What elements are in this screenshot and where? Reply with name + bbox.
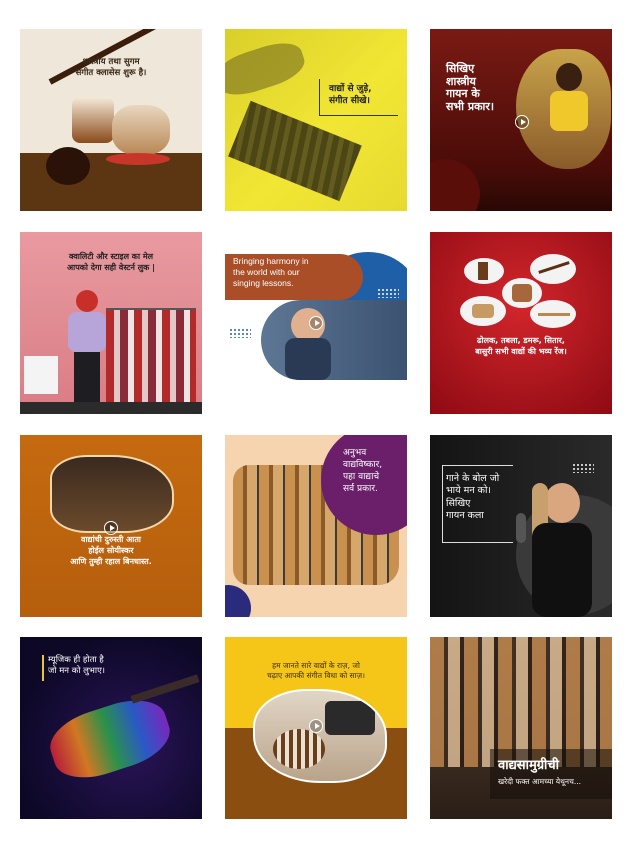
tile-song-lyrics[interactable]: गाने के बोल जो भाये मन को। सिखिए गायन कल… <box>430 435 612 617</box>
tile-text: सिखिए शास्त्रीय गायन के सभी प्रकार। <box>446 62 495 113</box>
tabla-image <box>72 97 114 143</box>
tile-text: वाद्यांची दुरुस्ती आता होईल सोयीस्कर आणि… <box>70 535 152 566</box>
sitar-body <box>46 147 90 185</box>
tile-instrument-range[interactable]: ढोलक, तबला, डमरू, सितार, बासुरी सभी वाद्… <box>430 232 612 414</box>
play-icon[interactable] <box>515 115 529 129</box>
tile-text: हम जानते सारे वाद्यों के राज़, जो चढ़ाए … <box>267 661 365 681</box>
tile-text: अनुभव वाद्यविष्कार, पहा वाद्याचे सर्व प्… <box>343 448 383 495</box>
dots-decoration-right <box>377 288 399 298</box>
tile-music-secrets[interactable]: हम जानते सारे वाद्यों के राज़, जो चढ़ाए … <box>225 637 407 819</box>
guitars-image <box>430 637 612 767</box>
tile-text: म्यूजिक ही होता है जो मन को लुभाए। <box>48 655 106 677</box>
guitar-image <box>43 690 177 788</box>
play-icon[interactable] <box>309 316 323 330</box>
play-icon[interactable] <box>309 719 323 733</box>
floor <box>20 402 202 414</box>
dots-decoration <box>229 328 251 338</box>
tile-instrument-buy[interactable]: वाद्यसामुग्रीची खरेदी फक्त आमच्या येथूनच… <box>430 637 612 819</box>
microphone-icon <box>516 513 526 543</box>
tile-classical-classes[interactable]: शास्त्रीय तथा सुगम संगीत क्लासेस शुरू है… <box>20 29 202 211</box>
tile-text: ढोलक, तबला, डमरू, सितार, बासुरी सभी वाद्… <box>475 336 567 356</box>
singer-photo <box>261 300 407 380</box>
tile-text: गाने के बोल जो भाये मन को। सिखिए गायन कल… <box>446 473 500 522</box>
tile-text: शास्त्रीय तथा सुगम संगीत क्लासेस शुरू है… <box>75 57 147 79</box>
tile-instrument-types[interactable]: अनुभव वाद्यविष्कार, पहा वाद्याचे सर्व प्… <box>225 435 407 617</box>
play-icon[interactable] <box>104 521 118 535</box>
tile-text: Bringing harmony in the world with our s… <box>233 256 309 289</box>
tile-title: वाद्यसामुग्रीची <box>498 758 560 773</box>
girl-photo <box>516 49 611 169</box>
tile-join-instruments[interactable]: वाद्यों से जुड़े, संगीत सीखे। <box>225 29 407 211</box>
singer-image <box>526 483 596 617</box>
tabla-photo <box>253 689 387 783</box>
tile-text: खरेदी फक्त आमच्या येथूनच... <box>498 777 581 786</box>
flute-icon <box>538 313 570 316</box>
tile-text: वाद्यों से जुड़े, संगीत सीखे। <box>329 84 372 107</box>
tabla-base <box>106 153 170 165</box>
tile-western-look[interactable]: क्वालिटी और स्टाइल का मेल आपको देगा सही … <box>20 232 202 414</box>
woman-image <box>66 290 108 414</box>
tile-instrument-shop[interactable]: वाद्यांची दुरुस्ती आता होईल सोयीस्कर आणि… <box>20 435 202 617</box>
tile-harmony-lessons[interactable]: Bringing harmony in the world with our s… <box>225 232 407 414</box>
corner-accent <box>225 585 251 617</box>
tile-music-heart[interactable]: म्यूजिक ही होता है जो मन को लुभाए। <box>20 637 202 819</box>
tabla-icon <box>472 304 494 318</box>
dholak-icon <box>512 284 532 302</box>
hand-image <box>225 36 309 102</box>
guitar-neck <box>130 674 200 704</box>
dots-decoration <box>572 463 594 473</box>
text-marker <box>42 655 44 681</box>
bayan-image <box>112 105 170 155</box>
tile-learn-singing[interactable]: सिखिए शास्त्रीय गायन के सभी प्रकार। <box>430 29 612 211</box>
tile-text: क्वालिटी और स्टाइल का मेल आपको देगा सही … <box>67 252 155 272</box>
clothes-image <box>106 310 196 402</box>
damru-icon <box>478 262 488 280</box>
shopping-bag <box>24 356 58 394</box>
sun-circle <box>430 159 480 211</box>
